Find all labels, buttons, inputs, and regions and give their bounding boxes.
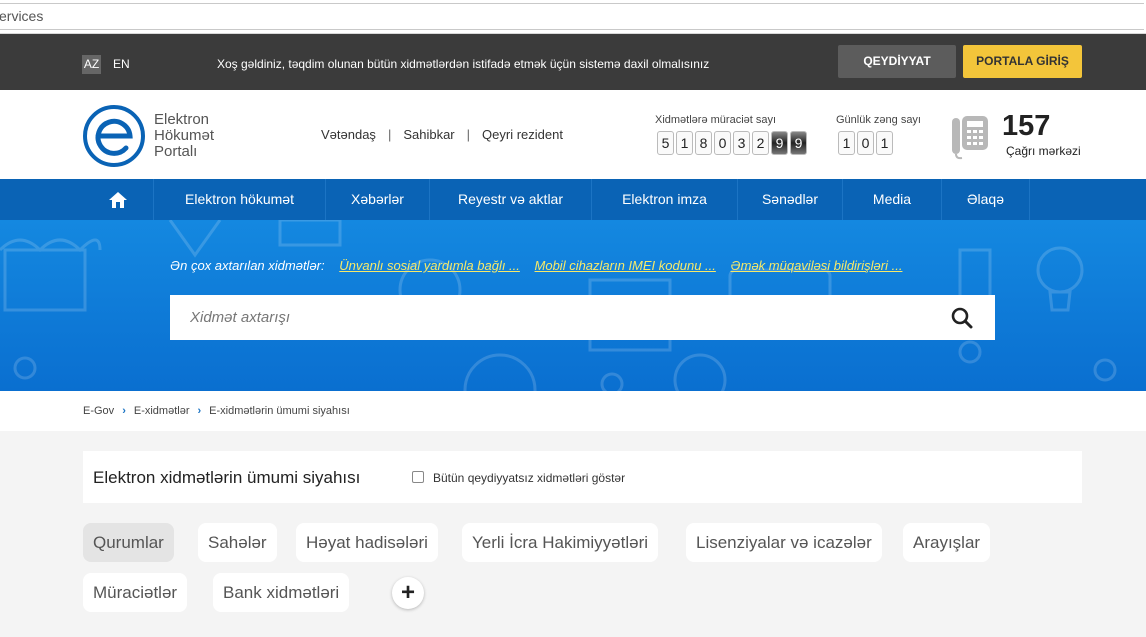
phone-icon <box>952 116 988 160</box>
user-type-links: Vətəndaş | Sahibkar | Qeyri rezident <box>321 127 563 142</box>
lang-en-button[interactable]: EN <box>113 57 130 71</box>
separator: | <box>466 127 471 142</box>
link-entrepreneur[interactable]: Sahibkar <box>403 127 454 142</box>
nav-item-contact[interactable]: Əlaqə <box>942 179 1030 220</box>
counter-digit: 1 <box>838 131 855 155</box>
daily-calls-label: Günlük zəng sayı <box>836 114 921 126</box>
portal-login-button[interactable]: PORTALA GİRİŞ <box>963 45 1082 78</box>
breadcrumb: E-Gov › E-xidmətlər › E-xidmətlərin ümumi si… <box>83 405 350 417</box>
counter-digit: 9 <box>790 131 807 155</box>
service-search-box <box>170 295 995 340</box>
link-citizen[interactable]: Vətəndaş <box>321 127 376 142</box>
tab-life-events[interactable]: Həyat hadisələri <box>296 523 438 562</box>
more-tabs-button[interactable]: + <box>392 577 424 609</box>
service-search-input[interactable] <box>170 295 930 340</box>
popular-link[interactable]: Mobil cihazların IMEI kodunu ... <box>535 258 716 273</box>
counter-digit: 2 <box>752 131 769 155</box>
popular-label: Ən çox axtarılan xidmətlər: <box>170 258 325 273</box>
chevron-right-icon: › <box>122 405 126 417</box>
tab-local-executive[interactable]: Yerli İcra Hakimiyyətləri <box>462 523 659 562</box>
counter-digit: 0 <box>714 131 731 155</box>
tab-appeals[interactable]: Müraciətlər <box>83 573 188 612</box>
nav-item-e-government[interactable]: Elektron hökumət <box>154 179 326 220</box>
tab-certificates[interactable]: Arayışlar <box>903 523 991 562</box>
logo-text[interactable]: Elektron Hökumət Portalı <box>154 112 214 160</box>
tab-fields[interactable]: Sahələr <box>198 523 277 562</box>
nav-item-e-signature[interactable]: Elektron imza <box>592 179 738 220</box>
nav-item-media[interactable]: Media <box>843 179 942 220</box>
tab-institutions[interactable]: Qurumlar <box>83 523 174 562</box>
nav-item-news[interactable]: Xəbərlər <box>326 179 430 220</box>
page-title: Elektron xidmətlərin ümumi siyahısı <box>93 468 361 487</box>
daily-calls-counter: 1 0 1 <box>838 131 893 155</box>
counter-digit: 1 <box>876 131 893 155</box>
link-non-resident[interactable]: Qeyri rezident <box>482 127 563 142</box>
search-icon[interactable] <box>951 307 973 329</box>
browser-address-bar: ervices <box>0 0 1146 34</box>
nav-item-documents[interactable]: Sənədlər <box>738 179 843 220</box>
tab-licenses[interactable]: Lisenziyalar və icazələr <box>686 523 882 562</box>
url-field[interactable]: ervices <box>0 3 1144 30</box>
top-bar: AZ EN Xoş gəldiniz, təqdim olunan bütün … <box>0 34 1146 90</box>
counter-digit: 3 <box>733 131 750 155</box>
home-icon <box>108 191 127 208</box>
call-center-number[interactable]: 157 <box>1002 110 1050 143</box>
site-header: Elektron Hökumət Portalı Vətəndaş | Sahibk… <box>0 90 1146 179</box>
breadcrumb-item[interactable]: E-Gov <box>83 405 114 417</box>
nav-home[interactable] <box>82 179 154 220</box>
call-center-label: Çağrı mərkəzi <box>1006 144 1081 158</box>
separator: | <box>387 127 392 142</box>
egov-logo-icon[interactable] <box>82 104 146 168</box>
counter-digit: 8 <box>695 131 712 155</box>
lang-az-button[interactable]: AZ <box>82 55 101 74</box>
popular-services: Ən çox axtarılan xidmətlər: Ünvanlı sosi… <box>170 258 902 273</box>
unregistered-services-checkbox[interactable] <box>412 471 424 483</box>
counter-digit: 1 <box>676 131 693 155</box>
welcome-message: Xoş gəldiniz, təqdim olunan bütün xidmət… <box>217 57 710 71</box>
popular-link[interactable]: Əmək müqaviləsi bildirişləri ... <box>731 258 903 273</box>
unregistered-services-label[interactable]: Bütün qeydiyyatsız xidmətləri göstər <box>433 471 625 485</box>
logo-line: Elektron <box>154 111 210 128</box>
counter-digit: 9 <box>771 131 788 155</box>
breadcrumb-item[interactable]: E-xidmətlər <box>134 405 190 417</box>
logo-line: Hökumət <box>154 127 215 144</box>
popular-link[interactable]: Ünvanlı sosial yardımla bağlı ... <box>339 258 520 273</box>
main-nav: Elektron hökumət Xəbərlər Reyestr və akt… <box>0 179 1146 220</box>
breadcrumb-bar: E-Gov › E-xidmətlər › E-xidmətlərin ümumi si… <box>0 391 1146 431</box>
logo-line: Portalı <box>154 143 198 160</box>
chevron-right-icon: › <box>197 405 202 417</box>
applications-count-label: Xidmətlərə müraciət sayı <box>655 114 777 126</box>
applications-counter: 5 1 8 0 3 2 9 9 <box>657 131 807 155</box>
register-button[interactable]: QEYDİYYAT <box>838 45 956 78</box>
tab-bank-services[interactable]: Bank xidmətləri <box>213 573 350 612</box>
nav-item-registry[interactable]: Reyestr və aktlar <box>430 179 592 220</box>
counter-digit: 5 <box>657 131 674 155</box>
services-list-header: Elektron xidmətlərin ümumi siyahısı Bütü… <box>83 451 1082 503</box>
counter-digit: 0 <box>857 131 874 155</box>
search-hero: Ən çox axtarılan xidmətlər: Ünvanlı sosi… <box>0 220 1146 391</box>
breadcrumb-item: E-xidmətlərin ümumi siyahısı <box>209 405 350 417</box>
